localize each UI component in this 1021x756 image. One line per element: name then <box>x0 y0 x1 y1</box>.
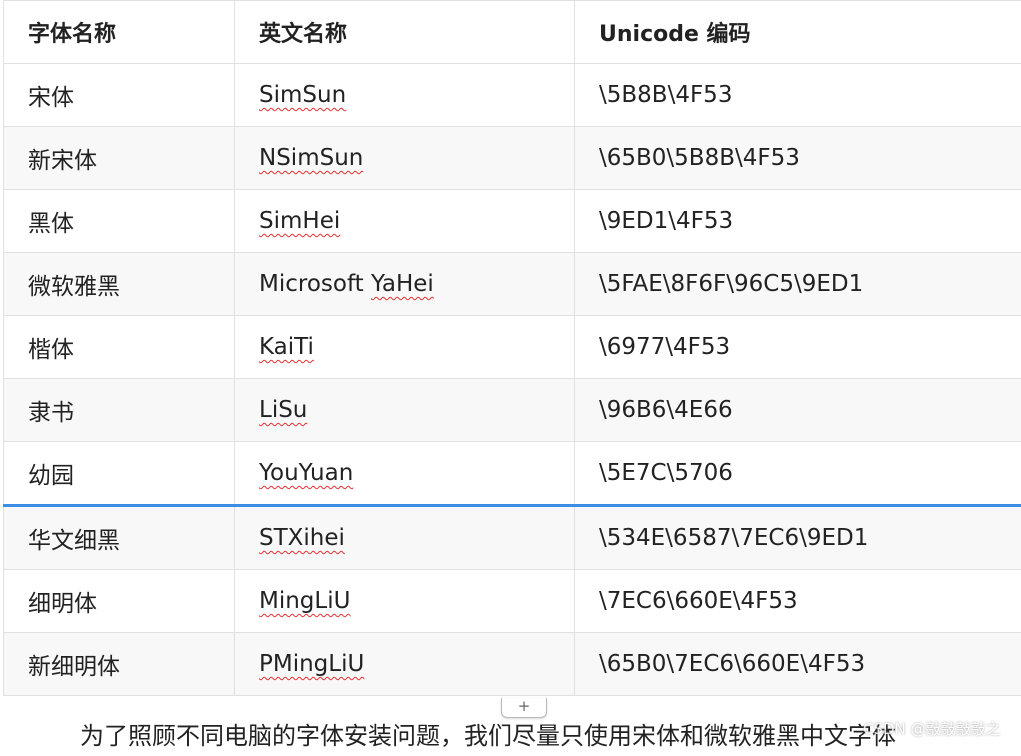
cell-english-name[interactable]: NSimSun <box>235 127 575 190</box>
cell-chinese-name[interactable]: 微软雅黑 <box>4 253 235 316</box>
misspelled-word[interactable]: MingLiU <box>259 588 350 614</box>
cell-unicode[interactable]: \5E7C\5706 <box>575 442 1021 506</box>
cell-unicode[interactable]: \65B0\7EC6\660E\4F53 <box>575 633 1021 696</box>
misspelled-word[interactable]: YaHei <box>371 271 434 297</box>
table-row: 微软雅黑 Microsoft YaHei \5FAE\8F6F\96C5\9ED… <box>4 253 1021 316</box>
table-header: 字体名称 英文名称 Unicode 编码 <box>4 1 1021 64</box>
misspelled-word[interactable]: SimHei <box>259 208 340 234</box>
table-row: 楷体 KaiTi \6977\4F53 <box>4 316 1021 379</box>
cell-unicode[interactable]: \5FAE\8F6F\96C5\9ED1 <box>575 253 1021 316</box>
cell-english-name[interactable]: MingLiU <box>235 570 575 633</box>
cell-unicode[interactable]: \534E\6587\7EC6\9ED1 <box>575 506 1021 570</box>
header-unicode[interactable]: Unicode 编码 <box>575 1 1021 64</box>
cell-english-name[interactable]: YouYuan <box>235 442 575 506</box>
cell-english-name[interactable]: Microsoft YaHei <box>235 253 575 316</box>
table-row: 新宋体 NSimSun \65B0\5B8B\4F53 <box>4 127 1021 190</box>
cell-chinese-name[interactable]: 宋体 <box>4 64 235 127</box>
cell-english-name[interactable]: LiSu <box>235 379 575 442</box>
cell-chinese-name[interactable]: 新宋体 <box>4 127 235 190</box>
cell-english-name[interactable]: SimSun <box>235 64 575 127</box>
table-row: 新细明体 PMingLiU \65B0\7EC6\660E\4F53 <box>4 633 1021 696</box>
misspelled-word[interactable]: STXihei <box>259 525 345 551</box>
cell-chinese-name[interactable]: 黑体 <box>4 190 235 253</box>
cell-unicode[interactable]: \65B0\5B8B\4F53 <box>575 127 1021 190</box>
misspelled-word[interactable]: KaiTi <box>259 334 314 360</box>
misspelled-word[interactable]: SimSun <box>259 82 346 108</box>
header-chinese-name[interactable]: 字体名称 <box>4 1 235 64</box>
table-row: 华文细黑 STXihei \534E\6587\7EC6\9ED1 <box>4 506 1021 570</box>
cell-chinese-name[interactable]: 华文细黑 <box>4 506 235 570</box>
table-row: 黑体 SimHei \9ED1\4F53 <box>4 190 1021 253</box>
cell-english-name[interactable]: SimHei <box>235 190 575 253</box>
table-row: 幼园 YouYuan \5E7C\5706 <box>4 442 1021 506</box>
cell-unicode[interactable]: \6977\4F53 <box>575 316 1021 379</box>
misspelled-word[interactable]: NSimSun <box>259 145 363 171</box>
cell-english-name[interactable]: STXihei <box>235 506 575 570</box>
table-row: 隶书 LiSu \96B6\4E66 <box>4 379 1021 442</box>
header-row: 字体名称 英文名称 Unicode 编码 <box>4 1 1021 64</box>
add-row-button[interactable]: + <box>501 698 547 718</box>
english-name-prefix: Microsoft <box>259 271 371 297</box>
cell-unicode[interactable]: \7EC6\660E\4F53 <box>575 570 1021 633</box>
cell-unicode[interactable]: \96B6\4E66 <box>575 379 1021 442</box>
cell-chinese-name[interactable]: 隶书 <box>4 379 235 442</box>
cell-chinese-name[interactable]: 细明体 <box>4 570 235 633</box>
cell-unicode[interactable]: \9ED1\4F53 <box>575 190 1021 253</box>
cell-chinese-name[interactable]: 新细明体 <box>4 633 235 696</box>
cell-chinese-name[interactable]: 幼园 <box>4 442 235 506</box>
body-paragraph[interactable]: 为了照顾不同电脑的字体安装问题，我们尽量只使用宋体和微软雅黑中文字体 <box>80 716 896 756</box>
cell-unicode[interactable]: \5B8B\4F53 <box>575 64 1021 127</box>
misspelled-word[interactable]: PMingLiU <box>259 651 364 677</box>
font-table: 字体名称 英文名称 Unicode 编码 宋体 SimSun \5B8B\4F5… <box>3 0 1021 696</box>
header-english-name[interactable]: 英文名称 <box>235 1 575 64</box>
table-row: 宋体 SimSun \5B8B\4F53 <box>4 64 1021 127</box>
misspelled-word[interactable]: LiSu <box>259 397 307 423</box>
cell-english-name[interactable]: KaiTi <box>235 316 575 379</box>
misspelled-word[interactable]: YouYuan <box>259 460 353 486</box>
table-row: 细明体 MingLiU \7EC6\660E\4F53 <box>4 570 1021 633</box>
cell-chinese-name[interactable]: 楷体 <box>4 316 235 379</box>
cell-english-name[interactable]: PMingLiU <box>235 633 575 696</box>
csdn-watermark: CSDN @敲敲敲敲之 <box>863 718 1001 739</box>
